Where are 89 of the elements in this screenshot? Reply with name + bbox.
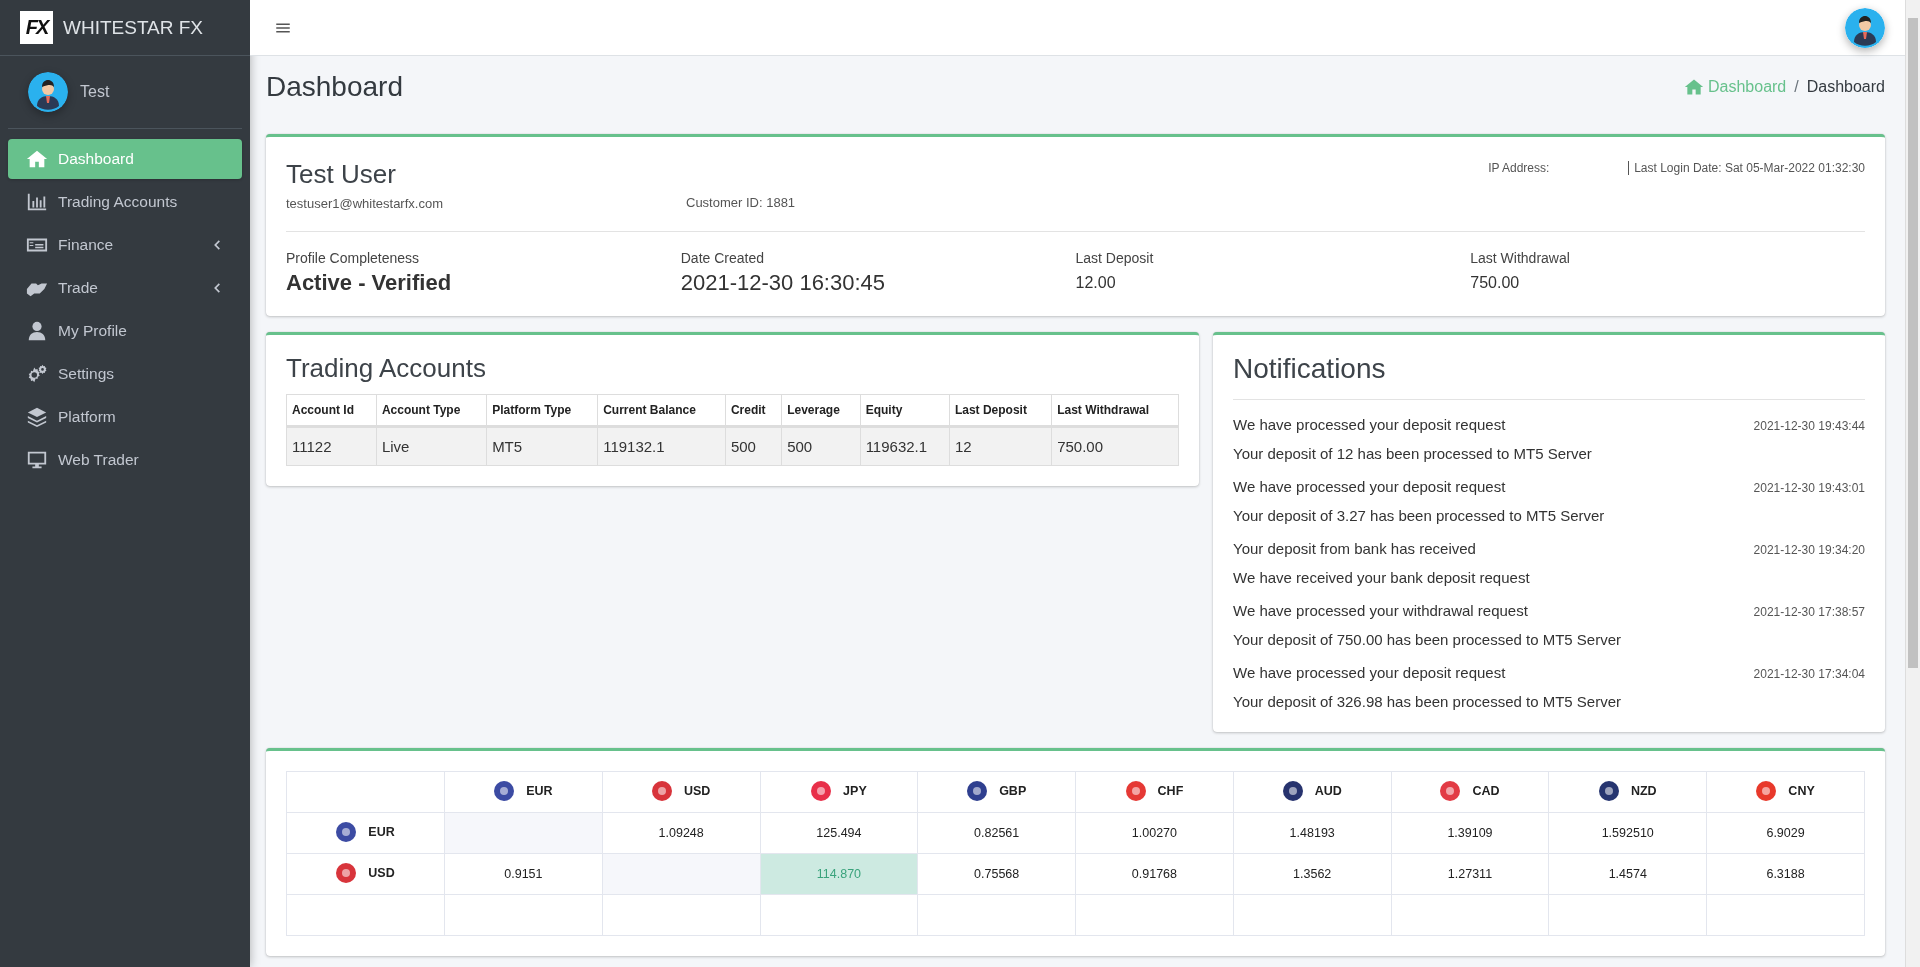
- currency-code: EUR: [368, 824, 395, 839]
- currency-code: GBP: [999, 783, 1027, 798]
- notification-message: Your deposit of 326.98 has been processed to MT5 Server: [1233, 693, 1623, 710]
- notification-time: 2021-12-30 19:34:20: [1753, 543, 1865, 557]
- notification-message: Your deposit of 12 has been processed to MT5 Server: [1233, 445, 1593, 462]
- rate-cell: 0.82561: [917, 812, 1076, 854]
- last-login-date: Last Login Date: Sat 05-Mar-2022 01:32:30: [1628, 161, 1865, 175]
- currency-code: CNY: [1788, 783, 1815, 798]
- sidebar-item[interactable]: Trade: [8, 268, 242, 308]
- table-cell: 119632.1: [860, 426, 950, 466]
- table-cell: 119132.1: [597, 426, 726, 466]
- rate-cell: 6.3188: [1706, 853, 1865, 895]
- currency-code: NZD: [1630, 783, 1657, 798]
- card-title: Notifications: [1233, 353, 1865, 400]
- notification-time: 2021-12-30 19:43:44: [1753, 419, 1865, 433]
- table-cell: MT5: [486, 426, 598, 466]
- notification-title: We have processed your withdrawal request: [1233, 602, 1528, 619]
- gears-icon: [26, 363, 48, 385]
- notification-title: We have processed your deposit request: [1233, 664, 1506, 681]
- notification-title: We have processed your deposit request: [1233, 478, 1506, 495]
- stat-value: 12.00: [1075, 274, 1117, 292]
- stat-value: 750.00: [1470, 274, 1521, 292]
- notification-time: 2021-12-30 19:43:01: [1753, 481, 1865, 495]
- currency-code: JPY: [843, 783, 867, 798]
- rate-cell: 0.75568: [917, 853, 1076, 895]
- currency-code: CAD: [1472, 783, 1500, 798]
- rate-cell: 1.3562: [1233, 853, 1392, 895]
- stat-label: Profile Completeness: [286, 250, 421, 266]
- rate-cell: 1.48193: [1233, 812, 1392, 854]
- sidebar-item[interactable]: Trading Accounts: [8, 182, 242, 222]
- currency-code: EUR: [526, 783, 553, 798]
- currency-code: AUD: [1314, 783, 1342, 798]
- rate-cell: 1.00270: [1075, 812, 1234, 854]
- rate-cell: 125.494: [760, 812, 918, 854]
- rate-cell: 1.39109: [1391, 812, 1549, 854]
- rate-cell: 0.91768: [1075, 853, 1234, 895]
- avatar-icon: [28, 72, 68, 112]
- rate-cell: 6.9029: [1706, 812, 1865, 854]
- breadcrumb-separator: /: [1794, 78, 1799, 96]
- rate-cell: 0.9151: [444, 853, 603, 895]
- home-icon: [26, 148, 48, 170]
- rate-cell: 114.870: [760, 853, 918, 895]
- table-cell: 11122: [286, 426, 377, 466]
- sidebar-item[interactable]: Finance: [8, 225, 242, 265]
- currency-code: CHF: [1157, 783, 1184, 798]
- home-icon: [1684, 77, 1704, 97]
- notification-time: 2021-12-30 17:38:57: [1753, 605, 1865, 619]
- logo[interactable]: FX: [20, 11, 53, 44]
- rate-cell: 1.27311: [1391, 853, 1549, 895]
- sidebar-item[interactable]: Platform: [8, 397, 242, 437]
- brand-name: WHITESTAR FX: [63, 16, 204, 39]
- sidebar-item[interactable]: Web Trader: [8, 440, 242, 480]
- card-title: Trading Accounts: [286, 353, 487, 384]
- rate-cell: 1.4574: [1548, 853, 1707, 895]
- notification-title: We have processed your deposit request: [1233, 416, 1506, 433]
- sidebar-item[interactable]: My Profile: [8, 311, 242, 351]
- chart-icon: [26, 191, 48, 213]
- table-cell: Live: [376, 426, 487, 466]
- scrollbar-thumb[interactable]: [1908, 18, 1918, 668]
- page-title: Dashboard: [266, 71, 403, 103]
- stat-value: Active - Verified: [286, 270, 453, 296]
- customer-id: Customer ID: 1881: [686, 195, 797, 210]
- stat-value: 2021-12-30 16:30:45: [680, 270, 887, 296]
- table-cell: 500: [725, 426, 782, 466]
- monitor-icon: [26, 449, 48, 471]
- user-email: testuser1@whitestarfx.com: [286, 196, 444, 211]
- ip-address-label: IP Address:: [1488, 161, 1551, 175]
- stat-label: Last Deposit: [1075, 250, 1155, 266]
- rate-cell: 1.09248: [602, 812, 761, 854]
- stat-label: Last Withdrawal: [1470, 250, 1571, 266]
- user-full-name: Test User: [286, 159, 397, 190]
- layers-icon: [26, 406, 48, 428]
- notification-title: Your deposit from bank has received: [1233, 540, 1476, 557]
- notification-message: Your deposit of 3.27 has been processed to MT5 Server: [1233, 507, 1606, 524]
- table-cell: 500: [781, 426, 861, 466]
- currency-code: USD: [368, 865, 395, 880]
- user-icon: [26, 320, 48, 342]
- currency-code: USD: [683, 783, 711, 798]
- notification-message: Your deposit of 750.00 has been processed to MT5 Server: [1233, 631, 1623, 648]
- sidebar-item[interactable]: Settings: [8, 354, 242, 394]
- breadcrumb-current: Dashboard: [1806, 78, 1885, 96]
- avatar-icon: [1845, 7, 1885, 48]
- table-cell: 12: [949, 426, 1052, 466]
- user-name[interactable]: Test: [80, 83, 110, 101]
- stat-label: Date Created: [680, 250, 766, 266]
- notification-message: We have received your bank deposit request: [1233, 569, 1531, 586]
- rate-cell: 1.592510: [1548, 812, 1707, 854]
- notification-time: 2021-12-30 17:34:04: [1753, 667, 1865, 681]
- table-cell: 750.00: [1051, 426, 1179, 466]
